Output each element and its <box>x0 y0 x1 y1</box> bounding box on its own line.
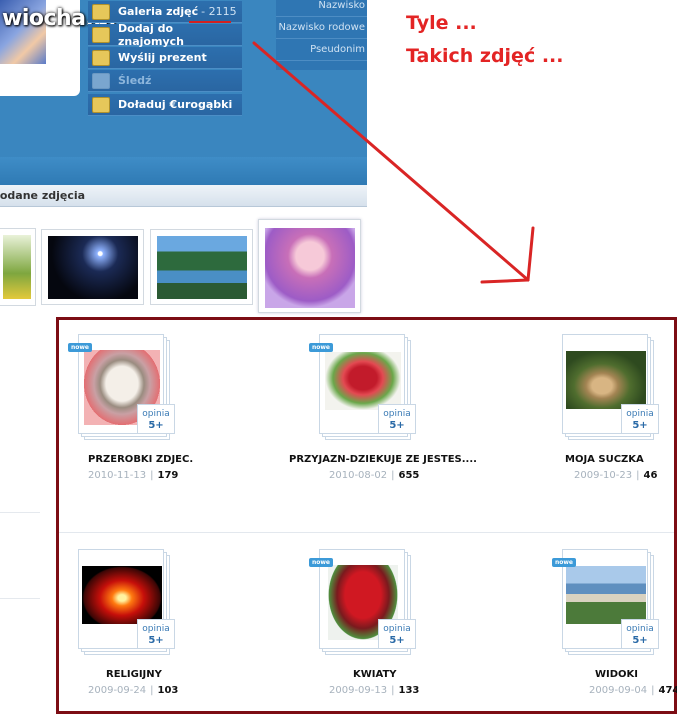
opinion-label: opinia <box>142 409 170 419</box>
album-photo <box>566 351 646 409</box>
added-photos-header: dodane zdjęcia <box>0 185 367 207</box>
album-cover[interactable]: opinia 5+ nowe <box>68 334 178 442</box>
album-meta: 2010-08-02 | 655 <box>329 470 420 481</box>
album-meta: 2009-09-13 | 133 <box>329 685 420 696</box>
opinion-badge: opinia 5+ <box>378 404 416 434</box>
thumbnail[interactable] <box>41 229 144 305</box>
field-maiden-name: Nazwisko rodowe <box>276 17 367 39</box>
thumbnail-image <box>48 236 138 299</box>
album-title[interactable]: PRZEROBKI ZDJEC. <box>88 454 193 465</box>
new-badge: nowe <box>552 558 577 567</box>
new-badge: nowe <box>68 343 93 352</box>
album-date: 2009-09-24 <box>88 685 147 696</box>
album-title[interactable]: WIDOKI <box>595 669 638 680</box>
menu-topup[interactable]: Doładuj €urogąbki <box>88 94 242 116</box>
field-surname: Nazwisko <box>276 0 367 17</box>
album-date: 2009-09-04 <box>589 685 648 696</box>
headline-line1: Tyle ... <box>406 12 477 34</box>
album-date: 2009-09-13 <box>329 685 388 696</box>
menu-gallery-count: - 2115 <box>201 5 237 18</box>
opinion-value: 5+ <box>389 635 405 646</box>
thumbnail[interactable] <box>258 219 361 313</box>
thumbnail[interactable] <box>150 229 253 305</box>
opinion-label: opinia <box>383 624 411 634</box>
menu-gallery-label: Galeria zdjęć <box>118 5 199 18</box>
album-cover[interactable]: opinia 5+ nowe <box>309 334 419 442</box>
opinion-label: opinia <box>626 624 654 634</box>
new-badge: nowe <box>309 558 334 567</box>
opinion-badge: opinia 5+ <box>621 404 659 434</box>
opinion-value: 5+ <box>632 420 648 431</box>
album-date: 2010-11-13 <box>88 470 147 481</box>
menu-topup-label: Doładuj €urogąbki <box>118 98 233 111</box>
album-card[interactable]: opinia 5+ nowe WIDOKI 2009-09-04 | 474 <box>479 535 677 715</box>
album-date: 2009-10-23 <box>574 470 633 481</box>
album-title[interactable]: MOJA SUCZKA <box>565 454 644 465</box>
album-photo-count: 474 <box>658 685 677 696</box>
album-meta: 2009-09-04 | 474 <box>589 685 677 696</box>
menu-gallery[interactable]: Galeria zdjęć - 2115 <box>88 1 242 23</box>
thumbnail[interactable] <box>0 228 36 306</box>
album-cover[interactable]: opinia 5+ <box>78 549 178 657</box>
divider <box>0 512 40 513</box>
album-card[interactable]: opinia 5+ nowe PRZYJAZN-DZIEKUJE ZE JESTE… <box>269 320 477 500</box>
album-cover[interactable]: opinia 5+ nowe <box>552 549 662 657</box>
opinion-badge: opinia 5+ <box>137 404 175 434</box>
album-title[interactable]: PRZYJAZN-DZIEKUJE ZE JESTES.... <box>289 454 477 465</box>
album-photo-count: 133 <box>398 685 420 696</box>
gift-icon <box>92 49 110 66</box>
opinion-value: 5+ <box>148 420 164 431</box>
album-card[interactable]: opinia 5+ RELIGIJNY 2009-09-24 | 103 <box>59 535 259 715</box>
album-photo-count: 655 <box>398 470 420 481</box>
thumbnail-image <box>157 236 247 299</box>
album-card[interactable]: opinia 5+ MOJA SUCZKA 2009-10-23 | 46 <box>479 320 677 500</box>
divider <box>0 598 40 599</box>
gallery-grid: opinia 5+ nowe PRZEROBKI ZDJEC. 2010-11-1… <box>56 317 677 714</box>
currency-icon <box>92 96 110 113</box>
opinion-badge: opinia 5+ <box>137 619 175 649</box>
album-title[interactable]: KWIATY <box>353 669 397 680</box>
album-photo <box>325 352 401 410</box>
opinion-value: 5+ <box>389 420 405 431</box>
new-badge: nowe <box>309 343 334 352</box>
menu-add-friend[interactable]: Dodaj do znajomych <box>88 21 242 48</box>
album-cover[interactable]: opinia 5+ nowe <box>309 549 419 657</box>
opinion-badge: opinia 5+ <box>621 619 659 649</box>
headline-line2: Takich zdjęć ... <box>406 45 564 67</box>
album-date: 2010-08-02 <box>329 470 388 481</box>
follow-icon <box>92 72 110 89</box>
opinion-label: opinia <box>142 624 170 634</box>
thumbnail-image <box>3 235 31 299</box>
opinion-label: opinia <box>383 409 411 419</box>
album-title[interactable]: RELIGIJNY <box>106 669 162 680</box>
album-meta: 2010-11-13 | 179 <box>88 470 179 481</box>
album-meta: 2009-09-24 | 103 <box>88 685 179 696</box>
opinion-label: opinia <box>626 409 654 419</box>
menu-follow[interactable]: Śledź <box>88 70 242 92</box>
album-card[interactable]: opinia 5+ nowe KWIATY 2009-09-13 | 133 <box>269 535 469 715</box>
opinion-badge: opinia 5+ <box>378 619 416 649</box>
album-meta: 2009-10-23 | 46 <box>574 470 658 481</box>
album-photo <box>82 566 162 624</box>
album-photo <box>566 566 646 624</box>
album-cover[interactable]: opinia 5+ <box>562 334 662 442</box>
album-photo-count: 46 <box>643 470 658 481</box>
menu-add-friend-label: Dodaj do znajomych <box>118 21 184 48</box>
thumbnail-image <box>265 228 355 308</box>
album-photo-count: 103 <box>157 685 179 696</box>
menu-follow-label: Śledź <box>118 74 152 87</box>
profile-panel-footer <box>0 157 367 185</box>
menu-send-gift-label: Wyślij prezent <box>118 51 207 64</box>
opinion-value: 5+ <box>148 635 164 646</box>
menu-send-gift[interactable]: Wyślij prezent <box>88 47 242 69</box>
album-photo-count: 179 <box>157 470 179 481</box>
added-photos-label: dodane zdjęcia <box>0 189 86 202</box>
field-nickname: Pseudonim <box>276 39 367 61</box>
album-card[interactable]: opinia 5+ nowe PRZEROBKI ZDJEC. 2010-11-1… <box>59 320 259 500</box>
row-divider <box>59 532 674 533</box>
camera-icon <box>92 3 110 20</box>
add-user-icon <box>92 26 110 43</box>
opinion-value: 5+ <box>632 635 648 646</box>
